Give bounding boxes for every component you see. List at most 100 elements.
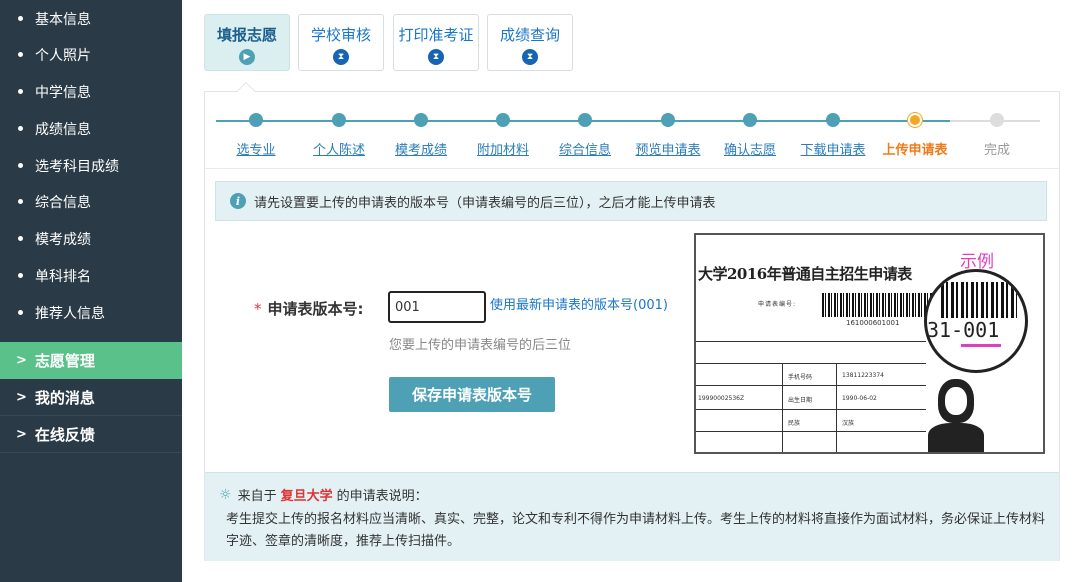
sidebar-item-elective-grades[interactable]: 选考科目成绩	[0, 147, 182, 184]
step-select-major[interactable]: 选专业	[211, 113, 301, 158]
step-preview-form[interactable]: 预览申请表	[623, 113, 713, 158]
sidebar-item-application[interactable]: > 志愿管理	[0, 342, 182, 379]
note-body: 考生提交上传的报名材料应当清晰、真实、完整，论文和专利不得作为申请材料上传。考生…	[226, 512, 1046, 549]
notice-banner: i 请先设置要上传的申请表的版本号（申请表编号的后三位），之后才能上传申请表	[215, 181, 1047, 221]
chevron-right-icon: >	[16, 389, 27, 405]
step-upload-form[interactable]: 上传申请表	[870, 113, 960, 158]
tab-label: 打印准考证	[398, 26, 474, 44]
step-personal-statement[interactable]: 个人陈述	[294, 113, 384, 158]
step-node	[249, 113, 263, 127]
tab-label: 成绩查询	[499, 26, 560, 44]
bullet-icon	[18, 199, 23, 204]
sidebar-item-messages[interactable]: > 我的消息	[0, 379, 182, 416]
step-download-form[interactable]: 下载申请表	[788, 113, 878, 158]
version-input[interactable]	[388, 291, 486, 323]
step-attachments[interactable]: 附加材料	[458, 113, 548, 158]
tab-school-review[interactable]: 学校审核 ⧗	[298, 14, 384, 71]
step-label[interactable]: 下载申请表	[788, 139, 878, 158]
chevron-right-icon: >	[16, 353, 27, 368]
highlight-underline	[961, 344, 1001, 347]
required-mark: *	[254, 300, 262, 318]
hourglass-icon: ⧗	[333, 49, 349, 65]
sidebar-item-grades[interactable]: 成绩信息	[0, 110, 182, 147]
notice-text: 请先设置要上传的申请表的版本号（申请表编号的后三位），之后才能上传申请表	[254, 195, 716, 211]
table-cell: 1990-06-02	[842, 395, 877, 402]
photo-face	[945, 387, 967, 415]
step-label: 上传申请表	[882, 143, 948, 158]
sidebar-item-photo[interactable]: 个人照片	[0, 36, 182, 73]
sidebar-item-label: 在线反馈	[34, 425, 95, 444]
bullet-icon	[18, 52, 23, 57]
barcode-number: 161000601001	[846, 319, 900, 327]
example-image: 大学2016年普通自主招生申请表 示例 申请表编号: 161000601001 …	[694, 233, 1045, 454]
chevron-right-icon: >	[16, 426, 27, 442]
hourglass-icon: ⧗	[522, 49, 538, 65]
table-line	[696, 341, 926, 342]
tab-label: 填报志愿	[216, 26, 277, 44]
step-label[interactable]: 模考成绩	[376, 139, 466, 158]
sidebar-item-feedback[interactable]: > 在线反馈	[0, 416, 182, 453]
table-cell: 汉族	[842, 420, 855, 427]
sidebar-item-label: 基本信息	[35, 11, 91, 28]
table-line	[696, 385, 926, 386]
step-node-pending	[990, 113, 1004, 127]
save-version-button[interactable]: 保存申请表版本号	[389, 377, 555, 412]
step-node	[332, 113, 346, 127]
step-general-info[interactable]: 综合信息	[540, 113, 630, 158]
lightbulb-icon: ☼	[219, 486, 232, 503]
step-node-current	[908, 113, 922, 127]
step-label[interactable]: 选专业	[211, 139, 301, 158]
step-label[interactable]: 个人陈述	[294, 139, 384, 158]
divider	[205, 168, 1059, 169]
photo-body	[928, 423, 984, 452]
application-note: ☼ 来自于 复旦大学 的申请表说明： 考生提交上传的报名材料应当清晰、真实、完整…	[205, 472, 1059, 561]
table-cell: 19990002536Z	[698, 395, 745, 402]
table-line	[696, 431, 926, 432]
bullet-icon	[18, 126, 23, 131]
table-line	[696, 409, 926, 410]
bullet-icon	[18, 310, 23, 315]
step-mock-exam[interactable]: 模考成绩	[376, 113, 466, 158]
step-label[interactable]: 综合信息	[540, 139, 630, 158]
sidebar-item-referee-info[interactable]: 推荐人信息	[0, 294, 182, 331]
note-suffix: 的申请表说明：	[336, 489, 428, 504]
sidebar-item-label: 我的消息	[34, 388, 95, 407]
table-line	[782, 363, 783, 452]
sidebar-item-mock-exam[interactable]: 模考成绩	[0, 220, 182, 257]
table-cell: 手机号码	[788, 374, 813, 381]
sidebar-item-label: 推荐人信息	[35, 305, 105, 322]
tab-print-admission[interactable]: 打印准考证 ⧗	[393, 14, 479, 71]
label-text: 申请表版本号:	[267, 300, 364, 318]
step-label[interactable]: 预览申请表	[623, 139, 713, 158]
sidebar-item-label: 单科排名	[35, 268, 91, 285]
table-line	[836, 363, 837, 452]
sidebar-item-basic-info[interactable]: 基本信息	[0, 0, 182, 37]
tab-fill-application[interactable]: 填报志愿 ▶	[204, 14, 290, 71]
use-latest-version-link[interactable]: 使用最新申请表的版本号(001)	[490, 294, 668, 313]
step-label[interactable]: 确认志愿	[705, 139, 795, 158]
sidebar-item-general-info[interactable]: 综合信息	[0, 183, 182, 220]
version-field-label: * 申请表版本号:	[254, 298, 364, 319]
note-prefix: 来自于	[237, 489, 277, 504]
step-node	[743, 113, 757, 127]
sidebar-item-school-info[interactable]: 中学信息	[0, 73, 182, 110]
example-field-label: 申请表编号:	[758, 301, 797, 308]
bullet-icon	[18, 89, 23, 94]
sidebar-item-label: 综合信息	[35, 194, 91, 211]
step-confirm[interactable]: 确认志愿	[705, 113, 795, 158]
tab-pointer	[236, 82, 256, 92]
tab-score-query[interactable]: 成绩查询 ⧗	[487, 14, 573, 71]
table-cell: 13811223374	[842, 372, 884, 379]
step-complete: 完成	[952, 113, 1042, 158]
sidebar-item-label: 中学信息	[35, 84, 91, 101]
sidebar-item-subject-rank[interactable]: 单科排名	[0, 257, 182, 294]
step-label[interactable]: 附加材料	[458, 139, 548, 158]
applicant-photo	[916, 373, 996, 452]
play-icon: ▶	[239, 49, 255, 65]
bullet-icon	[18, 236, 23, 241]
table-cell: 出生日期	[788, 397, 813, 404]
sidebar-item-label: 模考成绩	[35, 231, 91, 248]
version-hint: 您要上传的申请表编号的后三位	[389, 338, 572, 353]
bullet-icon	[18, 16, 23, 21]
sidebar-item-label: 选考科目成绩	[35, 158, 119, 175]
